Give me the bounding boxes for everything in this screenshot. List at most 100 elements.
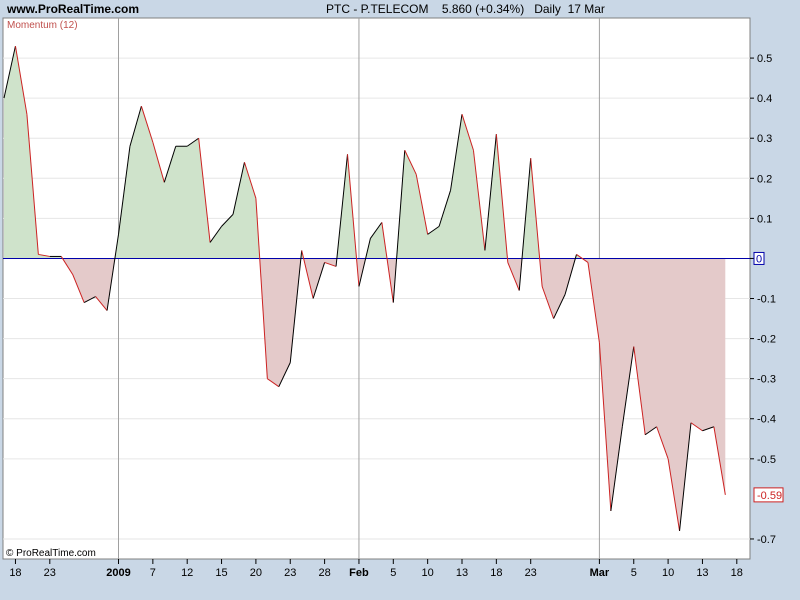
x-tick-label: 2009 — [106, 567, 130, 579]
momentum-point — [530, 158, 531, 159]
y-tick-label: 0.1 — [757, 213, 772, 225]
momentum-point — [152, 142, 153, 143]
momentum-point — [72, 274, 73, 275]
x-tick-label: 18 — [9, 567, 21, 579]
momentum-point — [15, 45, 16, 46]
x-tick-label: 10 — [422, 567, 434, 579]
momentum-point — [484, 250, 485, 251]
momentum-point — [622, 426, 623, 427]
y-tick-label: -0.7 — [757, 534, 776, 546]
indicator-label: Momentum (12) — [7, 20, 78, 31]
momentum-point — [141, 106, 142, 107]
momentum-point — [461, 114, 462, 115]
x-tick-label: Feb — [349, 567, 369, 579]
momentum-point — [244, 162, 245, 163]
momentum-point — [232, 214, 233, 215]
momentum-point — [187, 146, 188, 147]
momentum-point — [324, 262, 325, 263]
x-tick-label: 13 — [696, 567, 708, 579]
momentum-point — [404, 150, 405, 151]
zero-value-label: 0 — [756, 253, 762, 265]
momentum-point — [427, 234, 428, 235]
momentum-point — [679, 530, 680, 531]
y-tick-label: 0.5 — [757, 53, 772, 65]
x-tick-label: 18 — [490, 567, 502, 579]
x-tick-label: 13 — [456, 567, 468, 579]
momentum-point — [347, 154, 348, 155]
momentum-point — [129, 146, 130, 147]
x-tick-label: 23 — [44, 567, 56, 579]
momentum-point — [690, 422, 691, 423]
momentum-point — [587, 262, 588, 263]
momentum-point — [576, 254, 577, 255]
y-tick-label: -0.4 — [757, 414, 776, 426]
momentum-point — [645, 434, 646, 435]
copyright-text: © ProRealTime.com — [6, 548, 96, 559]
momentum-point — [164, 182, 165, 183]
x-axis: 18 23 2009 7 12 15 20 23 28 Feb 5 10 13 18 23 Mar 5 10 13 1… — [9, 559, 743, 579]
last-value-label: -0.59 — [757, 490, 782, 502]
x-tick-label: 7 — [150, 567, 156, 579]
momentum-point — [542, 286, 543, 287]
momentum-point — [370, 238, 371, 239]
momentum-point — [335, 266, 336, 267]
momentum-chart: 0.5 0.4 0.3 0.2 0.1 -0.1 -0.2 -0.3 -0.4 -0.5 -0.7 0… — [2, 17, 784, 579]
momentum-point — [49, 256, 50, 257]
momentum-point — [496, 134, 497, 135]
momentum-point — [3, 98, 4, 99]
momentum-point — [84, 302, 85, 303]
momentum-point — [290, 362, 291, 363]
momentum-point — [416, 174, 417, 175]
momentum-point — [118, 234, 119, 235]
momentum-point — [175, 146, 176, 147]
momentum-point — [267, 378, 268, 379]
momentum-point — [61, 256, 62, 257]
momentum-point — [313, 298, 314, 299]
momentum-point — [198, 138, 199, 139]
x-tick-label: 28 — [318, 567, 330, 579]
momentum-point — [450, 190, 451, 191]
momentum-point — [564, 294, 565, 295]
x-tick-label: 20 — [250, 567, 262, 579]
momentum-point — [507, 262, 508, 263]
momentum-point — [106, 310, 107, 311]
y-tick-label: 0.4 — [757, 93, 772, 105]
x-tick-label: 5 — [390, 567, 396, 579]
momentum-point — [656, 426, 657, 427]
momentum-point — [713, 426, 714, 427]
y-tick-label: 0.3 — [757, 133, 772, 145]
momentum-point — [210, 242, 211, 243]
momentum-point — [221, 226, 222, 227]
momentum-point — [26, 114, 27, 115]
momentum-point — [439, 226, 440, 227]
momentum-point — [633, 346, 634, 347]
momentum-point — [519, 290, 520, 291]
momentum-point — [610, 510, 611, 511]
x-tick-label: 10 — [662, 567, 674, 579]
momentum-point — [702, 430, 703, 431]
momentum-point — [278, 386, 279, 387]
y-tick-label: -0.5 — [757, 454, 776, 466]
x-tick-label: 23 — [284, 567, 296, 579]
momentum-point — [725, 494, 726, 495]
y-tick-label: -0.1 — [757, 294, 776, 306]
x-tick-label: 18 — [731, 567, 743, 579]
momentum-point — [668, 458, 669, 459]
momentum-point — [95, 296, 96, 297]
momentum-point — [599, 342, 600, 343]
momentum-point — [358, 286, 359, 287]
y-tick-label: -0.3 — [757, 374, 776, 386]
momentum-point — [255, 198, 256, 199]
y-tick-label: 0.2 — [757, 173, 772, 185]
momentum-point — [38, 254, 39, 255]
momentum-point — [301, 250, 302, 251]
x-tick-label: 5 — [631, 567, 637, 579]
x-tick-label: Mar — [590, 567, 610, 579]
x-tick-label: 12 — [181, 567, 193, 579]
x-tick-label: 15 — [215, 567, 227, 579]
momentum-point — [381, 222, 382, 223]
x-tick-label: 23 — [525, 567, 537, 579]
momentum-point — [473, 150, 474, 151]
momentum-point — [553, 318, 554, 319]
y-tick-label: -0.2 — [757, 334, 776, 346]
